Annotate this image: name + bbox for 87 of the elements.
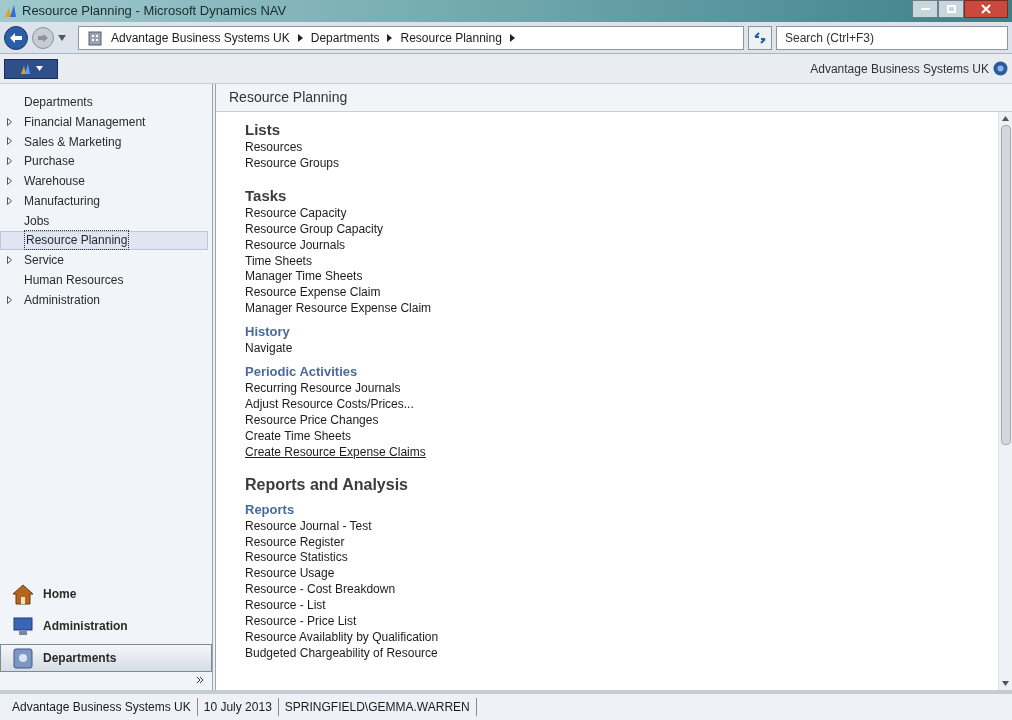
sidebar-item[interactable]: Resource Planning — [0, 230, 208, 251]
action-link[interactable]: Create Time Sheets — [245, 428, 352, 443]
action-link[interactable]: Resource Journal - Test — [245, 518, 372, 533]
minimize-icon — [920, 8, 930, 10]
breadcrumb[interactable]: Resource Planning — [400, 28, 502, 47]
expand-triangle-icon[interactable] — [7, 256, 12, 265]
scroll-thumb[interactable] — [1000, 125, 1011, 445]
address-field[interactable]: Advantage Business Systems UK Departments Resource Planning — [78, 25, 744, 50]
breadcrumb-arrow-icon[interactable] — [509, 33, 515, 42]
scroll-up-icon[interactable] — [1002, 116, 1009, 121]
sidebar-item[interactable]: Purchase — [0, 151, 208, 172]
sidebar-item[interactable]: Departments — [0, 92, 208, 112]
sidebar-item[interactable]: Sales & Marketing — [0, 131, 208, 152]
section-heading: Tasks — [245, 185, 288, 206]
action-link[interactable]: Resource Expense Claim — [245, 285, 381, 300]
subsection-heading: Reports — [245, 500, 296, 519]
action-link[interactable]: Resource - Price List — [245, 614, 357, 629]
sidebar-item[interactable]: Financial Management — [0, 111, 208, 132]
status-field: SPRINGFIELD\GEMMA.WARREN — [278, 698, 477, 716]
group-heading: Reports and Analysis — [245, 474, 409, 495]
section-heading: Lists — [245, 120, 281, 140]
action-link[interactable]: Resource Groups — [245, 155, 340, 170]
breadcrumb[interactable]: Departments — [310, 28, 380, 47]
close-icon — [981, 4, 991, 14]
action-link[interactable]: Time Sheets — [245, 253, 312, 268]
breadcrumb[interactable]: Advantage Business Systems UK — [111, 28, 290, 47]
action-link[interactable]: Resource Capacity — [245, 205, 347, 220]
expand-triangle-icon[interactable] — [7, 177, 12, 186]
expand-triangle-icon[interactable] — [7, 157, 12, 166]
action-link[interactable]: Resource Usage — [245, 566, 335, 581]
action-link[interactable]: Navigate — [245, 341, 293, 356]
action-link[interactable]: Resource Price Changes — [245, 412, 379, 427]
refresh-button[interactable] — [748, 25, 772, 50]
action-link[interactable]: Manager Resource Expense Claim — [245, 301, 432, 316]
scrollbar[interactable] — [998, 112, 1012, 690]
status-field: 10 July 2013 — [197, 698, 279, 716]
action-link[interactable]: Resource Register — [245, 534, 345, 549]
company-name: Advantage Business Systems UK — [810, 60, 989, 78]
app-icon — [4, 4, 18, 18]
expand-triangle-icon[interactable] — [7, 117, 12, 126]
maximize-icon — [946, 5, 956, 13]
close-button[interactable] — [964, 0, 1008, 18]
caret-icon — [35, 66, 43, 71]
status-field: Advantage Business Systems UK — [6, 698, 198, 716]
nav-pane-button[interactable]: Home — [0, 580, 212, 608]
breadcrumb-arrow-icon[interactable] — [297, 33, 303, 42]
expand-triangle-icon[interactable] — [7, 196, 12, 205]
maximize-button[interactable] — [938, 0, 964, 18]
back-button[interactable] — [4, 25, 28, 50]
action-link[interactable]: Resource - Cost Breakdown — [245, 582, 396, 597]
action-link[interactable]: Resource Journals — [245, 237, 346, 252]
subsection-heading: History — [245, 323, 291, 342]
action-link[interactable]: Recurring Resource Journals — [245, 381, 401, 396]
app-menu-button[interactable] — [4, 58, 58, 79]
page-title: Resource Planning — [229, 88, 348, 107]
sidebar-item[interactable]: Administration — [0, 289, 208, 310]
action-link[interactable]: Manager Time Sheets — [245, 269, 363, 284]
dropdown-arrow-icon[interactable] — [58, 34, 66, 41]
expand-triangle-icon[interactable] — [7, 295, 12, 304]
sidebar-item[interactable]: Service — [0, 250, 208, 271]
computer-icon — [11, 615, 35, 637]
nav-pane-button[interactable]: Administration — [0, 612, 212, 640]
action-link[interactable]: Resources — [245, 140, 303, 154]
house-icon — [11, 583, 35, 605]
subsection-heading: Periodic Activities — [245, 363, 359, 382]
sidebar-item[interactable]: Jobs — [0, 210, 208, 231]
nav-pane-button[interactable]: Departments — [0, 644, 212, 672]
sidebar-item[interactable]: Warehouse — [0, 171, 208, 191]
action-link[interactable]: Resource - List — [245, 598, 326, 613]
action-link[interactable]: Budgeted Chargeability of Resource — [245, 645, 438, 660]
back-arrow-icon — [9, 31, 23, 44]
window-title: Resource Planning - Microsoft Dynamics NAV — [22, 2, 287, 21]
action-link[interactable]: Adjust Resource Costs/Prices... — [245, 396, 414, 411]
breadcrumb-arrow-icon[interactable] — [387, 33, 393, 42]
scroll-down-icon[interactable] — [1002, 681, 1009, 686]
search-field[interactable]: Search (Ctrl+F3) — [776, 25, 1008, 50]
action-link[interactable]: Create Resource Expense Claims — [245, 444, 426, 459]
action-link[interactable]: Resource Availablity by Qualification — [245, 629, 439, 644]
sidebar-item[interactable]: Human Resources — [0, 270, 208, 290]
forward-arrow-icon — [37, 32, 49, 43]
refresh-icon — [753, 30, 767, 45]
chevrons-icon[interactable] — [196, 676, 204, 686]
action-link[interactable]: Resource Group Capacity — [245, 221, 384, 236]
minimize-button[interactable] — [912, 0, 938, 18]
sidebar-item[interactable]: Manufacturing — [0, 191, 208, 211]
action-link[interactable]: Resource Statistics — [245, 550, 348, 565]
expand-triangle-icon[interactable] — [7, 137, 12, 146]
